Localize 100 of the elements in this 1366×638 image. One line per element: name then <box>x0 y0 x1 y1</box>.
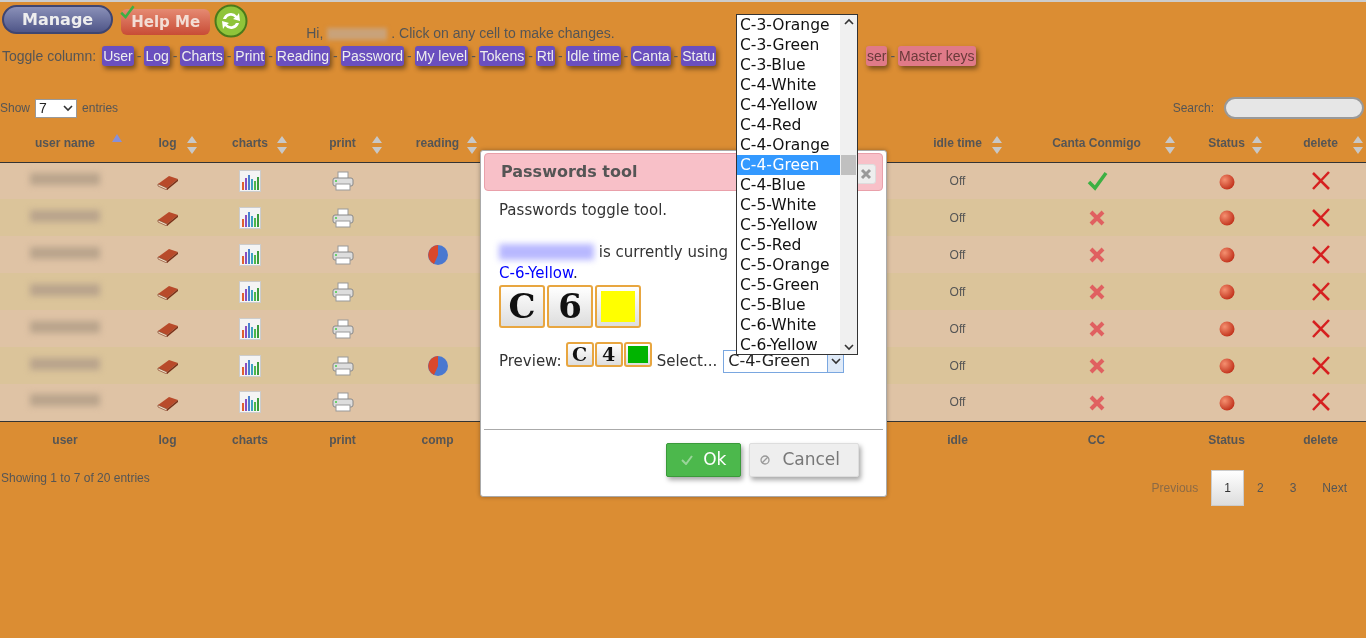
column-header[interactable]: print <box>329 135 356 150</box>
column-toggle[interactable]: Print <box>234 46 266 66</box>
dropdown-option[interactable]: C-4-Yellow <box>737 95 840 115</box>
dropdown-option[interactable]: C-3-Orange <box>737 15 840 35</box>
sort-icon[interactable] <box>187 136 197 154</box>
cross-icon[interactable] <box>1087 319 1106 338</box>
dropdown-option[interactable]: C-4-Blue <box>737 175 840 195</box>
book-icon[interactable] <box>156 358 179 375</box>
delete-icon[interactable] <box>1309 317 1332 340</box>
cancel-button[interactable]: Cancel <box>749 443 859 477</box>
search-field[interactable] <box>1224 97 1364 119</box>
dropdown-option[interactable]: C-4-Green <box>737 155 840 175</box>
column-header[interactable]: idle time <box>933 135 982 150</box>
column-header[interactable]: reading <box>415 135 460 150</box>
dropdown-option[interactable]: C-5-Red <box>737 235 840 255</box>
column-toggle[interactable]: Password <box>340 46 405 66</box>
delete-icon[interactable] <box>1309 354 1332 377</box>
scroll-up-icon[interactable] <box>843 18 854 25</box>
cross-icon[interactable] <box>1087 208 1106 227</box>
bar-chart-icon[interactable] <box>239 169 261 192</box>
scrollbar[interactable] <box>840 15 857 354</box>
bar-chart-icon[interactable] <box>239 243 261 266</box>
sort-icon[interactable] <box>467 136 477 154</box>
book-icon[interactable] <box>156 173 179 190</box>
column-toggle[interactable]: Canta <box>631 46 671 66</box>
column-toggle[interactable]: Rtl <box>535 46 555 66</box>
pie-chart-icon[interactable] <box>426 354 449 377</box>
scroll-down-icon[interactable] <box>843 344 854 351</box>
cross-icon[interactable] <box>1087 356 1106 375</box>
printer-icon[interactable] <box>331 170 354 191</box>
column-toggle[interactable]: Reading <box>275 46 330 66</box>
column-toggle[interactable]: User <box>102 46 134 66</box>
password-link[interactable]: C-6-Yellow <box>499 263 573 282</box>
cross-icon[interactable] <box>1087 282 1106 301</box>
page-button[interactable]: 1 <box>1211 470 1244 506</box>
column-header[interactable]: Status <box>1208 135 1245 150</box>
sort-icon[interactable] <box>1252 136 1262 154</box>
dropdown-option[interactable]: C-5-White <box>737 195 840 215</box>
bar-chart-icon[interactable] <box>239 354 261 377</box>
printer-icon[interactable] <box>331 355 354 376</box>
column-toggle[interactable]: Idle time <box>565 46 621 66</box>
page-button[interactable]: 2 <box>1243 470 1277 506</box>
dropdown-option[interactable]: C-4-White <box>737 75 840 95</box>
column-toggle[interactable]: Charts <box>180 46 224 66</box>
dropdown-option[interactable]: C-5-Green <box>737 275 840 295</box>
manage-button[interactable]: Manage <box>2 5 114 34</box>
dropdown-option[interactable]: C-3-Green <box>737 35 840 55</box>
delete-icon[interactable] <box>1309 280 1332 303</box>
printer-icon[interactable] <box>331 207 354 228</box>
column-toggle[interactable]: My level <box>414 46 469 66</box>
page-button[interactable]: 3 <box>1276 470 1310 506</box>
dropdown-option[interactable]: C-4-Orange <box>737 135 840 155</box>
book-icon[interactable] <box>156 284 179 301</box>
printer-icon[interactable] <box>331 281 354 302</box>
scrollbar-thumb[interactable] <box>841 155 856 175</box>
book-icon[interactable] <box>156 395 179 412</box>
dropdown-option[interactable]: C-3-Blue <box>737 55 840 75</box>
sort-icon[interactable] <box>1353 136 1363 154</box>
column-toggle[interactable]: Log <box>144 46 170 66</box>
sort-icon[interactable] <box>372 136 382 154</box>
printer-icon[interactable] <box>331 318 354 339</box>
bar-chart-icon[interactable] <box>239 206 261 229</box>
column-toggle[interactable]: Statu <box>681 46 716 66</box>
next-link[interactable]: Next <box>1309 470 1360 506</box>
bar-chart-icon[interactable] <box>239 280 261 303</box>
dropdown-option[interactable]: C-4-Red <box>737 115 840 135</box>
check-icon[interactable] <box>1085 169 1108 192</box>
dropdown-option[interactable]: C-5-Orange <box>737 255 840 275</box>
sort-icon[interactable] <box>1165 136 1175 154</box>
pie-chart-icon[interactable] <box>426 243 449 266</box>
cross-icon[interactable] <box>1087 393 1106 412</box>
book-icon[interactable] <box>156 247 179 264</box>
bar-chart-icon[interactable] <box>239 391 261 414</box>
delete-icon[interactable] <box>1309 206 1332 229</box>
column-header[interactable]: log <box>158 135 177 150</box>
column-header[interactable]: charts <box>232 135 268 150</box>
bar-chart-icon[interactable] <box>239 317 261 340</box>
column-toggle[interactable]: ser <box>865 46 888 66</box>
dropdown-option[interactable]: C-6-White <box>737 315 840 335</box>
column-footer: CC <box>1087 433 1106 448</box>
dropdown-option[interactable]: C-5-Blue <box>737 295 840 315</box>
column-header[interactable]: delete <box>1303 135 1338 150</box>
delete-icon[interactable] <box>1309 243 1332 266</box>
delete-icon[interactable] <box>1309 169 1332 192</box>
sort-icon[interactable] <box>992 136 1002 154</box>
close-button[interactable] <box>856 164 876 184</box>
cross-icon[interactable] <box>1087 245 1106 264</box>
refresh-icon[interactable] <box>214 4 249 38</box>
printer-icon[interactable] <box>331 244 354 265</box>
page-length-select[interactable]: 7 <box>35 98 78 118</box>
column-header[interactable]: user name <box>35 135 95 150</box>
book-icon[interactable] <box>156 321 179 338</box>
dropdown-option[interactable]: C-5-Yellow <box>737 215 840 235</box>
column-header[interactable]: Canta Conmigo <box>1052 135 1141 150</box>
book-icon[interactable] <box>156 210 179 227</box>
caret-icon <box>63 104 74 112</box>
printer-icon[interactable] <box>331 392 354 413</box>
column-toggle[interactable]: Master keys <box>898 46 976 66</box>
column-toggle[interactable]: Tokens <box>478 46 526 66</box>
sort-icon[interactable] <box>277 136 287 154</box>
